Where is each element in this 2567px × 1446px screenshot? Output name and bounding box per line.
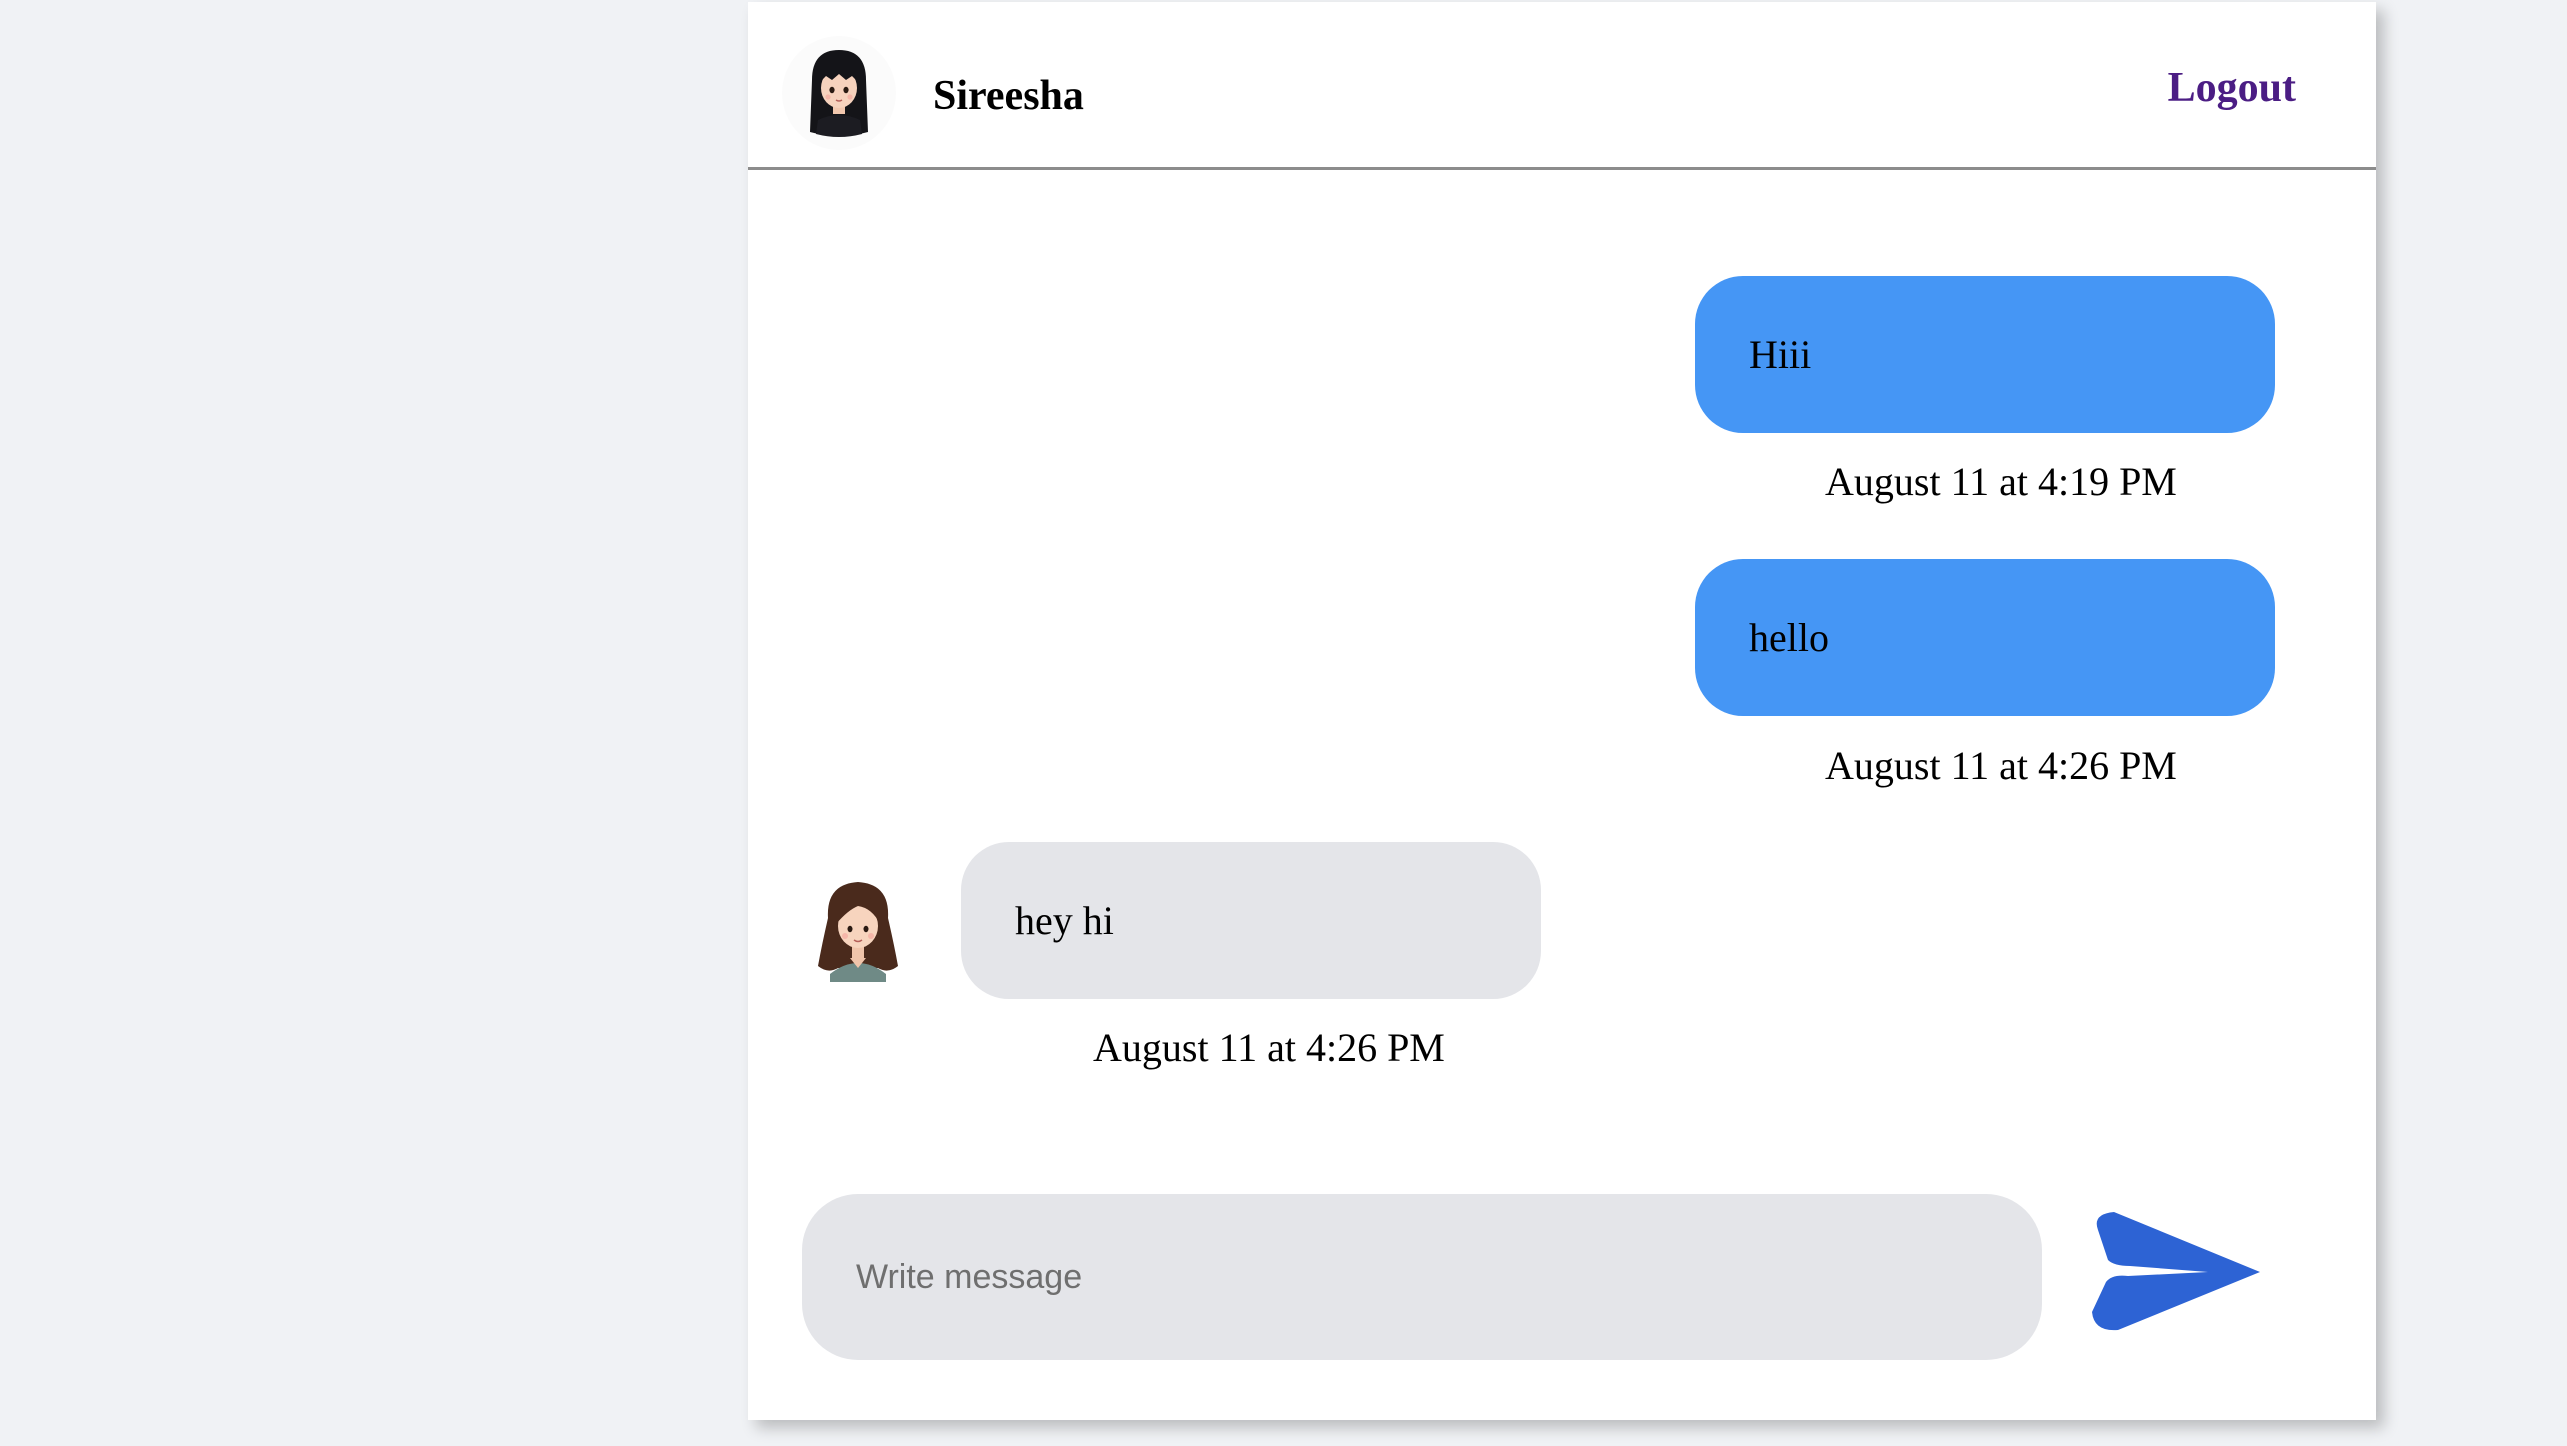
message-text: hey hi bbox=[1015, 898, 1114, 943]
chat-window: Sireesha Logout Hiii August 11 at 4:19 P… bbox=[748, 2, 2376, 1420]
sender-avatar bbox=[808, 874, 908, 984]
profile-avatar[interactable] bbox=[782, 36, 896, 150]
message-text: hello bbox=[1749, 615, 1829, 660]
message-input[interactable] bbox=[802, 1194, 2042, 1360]
message-timestamp: August 11 at 4:19 PM bbox=[1825, 459, 2177, 504]
message-bubble-sent: hello bbox=[1695, 559, 2275, 716]
message-bubble-sent: Hiii bbox=[1695, 276, 2275, 433]
girl-brown-hair-avatar-icon bbox=[818, 882, 898, 982]
chat-header: Sireesha Logout bbox=[748, 2, 2376, 170]
message-composer bbox=[802, 1194, 2042, 1360]
logout-link[interactable]: Logout bbox=[2168, 64, 2296, 112]
girl-black-hair-avatar-icon bbox=[810, 50, 868, 137]
send-button[interactable] bbox=[2088, 1202, 2268, 1342]
message-bubble-received: hey hi bbox=[961, 842, 1541, 999]
message-timestamp: August 11 at 4:26 PM bbox=[1093, 1025, 1445, 1070]
message-timestamp: August 11 at 4:26 PM bbox=[1825, 743, 2177, 788]
paper-plane-send-icon bbox=[2092, 1212, 2260, 1331]
chat-user-name: Sireesha bbox=[933, 73, 1084, 119]
message-text: Hiii bbox=[1749, 332, 1812, 377]
